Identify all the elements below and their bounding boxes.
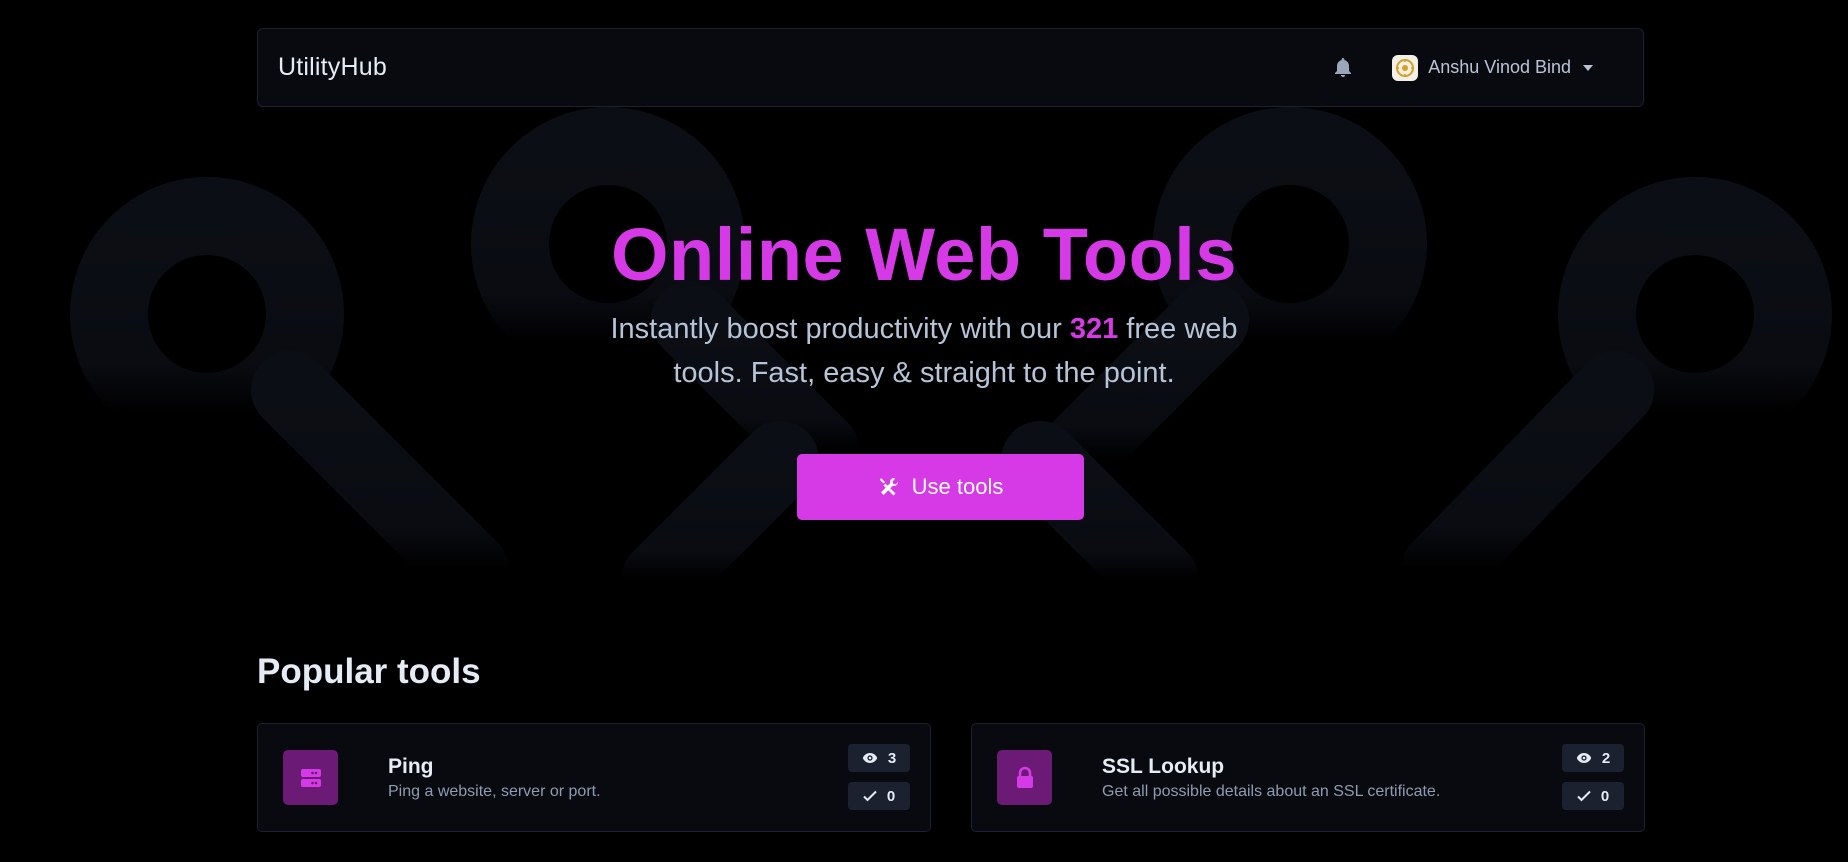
- server-icon: [283, 750, 338, 805]
- user-menu[interactable]: Anshu Vinod Bind: [1392, 54, 1593, 81]
- tool-name: Ping: [388, 755, 434, 778]
- uses-badge: 0: [848, 782, 910, 810]
- tool-description: Get all possible details about an SSL ce…: [1102, 783, 1441, 800]
- user-name: Anshu Vinod Bind: [1428, 57, 1571, 77]
- caret-down-icon: [1583, 64, 1593, 71]
- navbar-right: Anshu Vinod Bind: [1332, 54, 1623, 81]
- check-icon: [1577, 790, 1591, 802]
- use-tools-button[interactable]: Use tools: [797, 454, 1084, 520]
- tools-icon: [878, 476, 900, 498]
- hero-title: Online Web Tools: [610, 213, 1238, 296]
- tool-count: 321: [1069, 313, 1119, 345]
- bell-icon[interactable]: [1332, 57, 1354, 79]
- use-tools-label: Use tools: [911, 474, 1004, 499]
- views-count: 2: [1601, 749, 1611, 767]
- views-badge: 3: [848, 744, 910, 772]
- eye-icon: [1576, 752, 1592, 764]
- lock-icon: [997, 750, 1052, 805]
- uses-count: 0: [1600, 787, 1610, 805]
- top-navbar: UtilityHub Anshu Vinod Bind: [257, 28, 1644, 107]
- uses-badge: 0: [1562, 782, 1624, 810]
- hero-subtitle-start: Instantly boost productivity with our: [610, 313, 1070, 345]
- uses-count: 0: [886, 787, 896, 805]
- brand-logo[interactable]: UtilityHub: [278, 53, 387, 82]
- hero-subtitle: Instantly boost productivity with our 32…: [574, 307, 1274, 395]
- tool-name: SSL Lookup: [1102, 755, 1225, 778]
- check-icon: [863, 790, 877, 802]
- tool-card-ssl-lookup[interactable]: SSL Lookup Get all possible details abou…: [971, 723, 1645, 832]
- eye-icon: [862, 752, 878, 764]
- tool-card-ping[interactable]: Ping Ping a website, server or port. 3 0: [257, 723, 931, 832]
- tool-description: Ping a website, server or port.: [388, 783, 601, 800]
- popular-tools-heading: Popular tools: [257, 652, 481, 691]
- views-badge: 2: [1562, 744, 1624, 772]
- views-count: 3: [887, 749, 897, 767]
- avatar: [1392, 54, 1419, 81]
